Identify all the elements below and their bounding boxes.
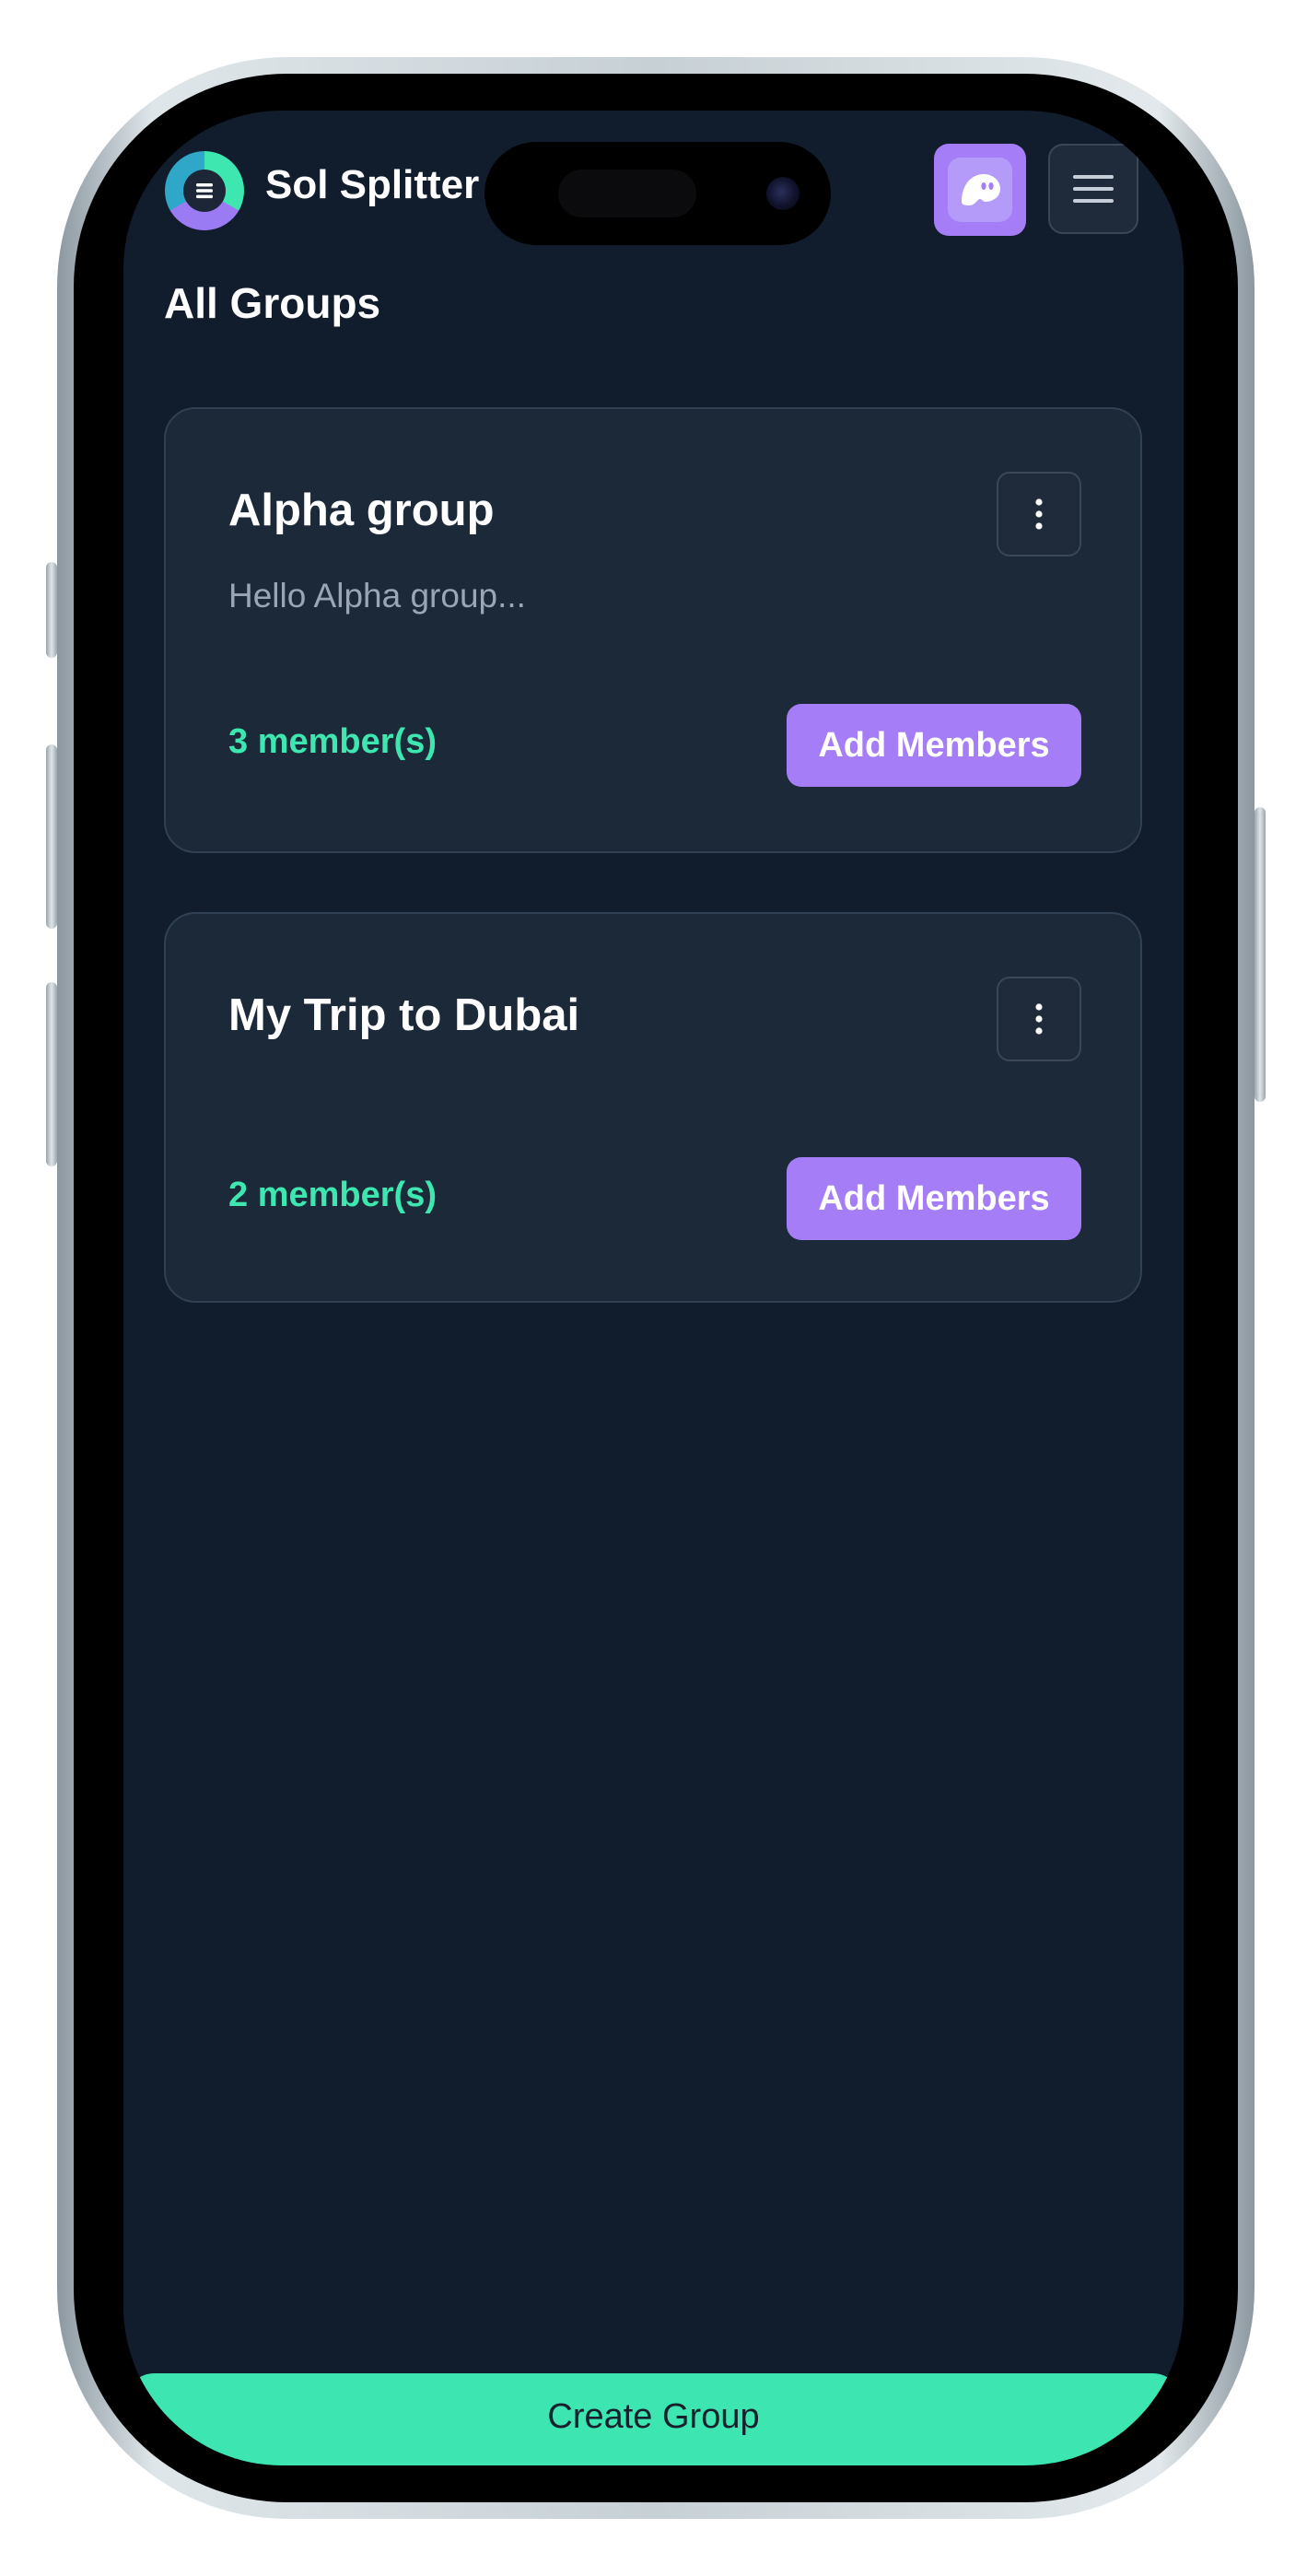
- wallet-connect-button[interactable]: [934, 144, 1026, 236]
- group-name: My Trip to Dubai: [228, 990, 580, 1040]
- power-button: [1254, 807, 1266, 1102]
- add-members-button[interactable]: Add Members: [787, 704, 1081, 787]
- volume-down-button: [46, 982, 57, 1166]
- face-id-sensor: [558, 170, 696, 217]
- app-screen: Sol Splitter All Groups Alpha group Hell…: [123, 111, 1184, 2465]
- dynamic-island: [484, 142, 831, 245]
- action-button: [46, 562, 57, 658]
- add-members-button[interactable]: Add Members: [787, 1157, 1081, 1240]
- page-title: All Groups: [164, 279, 381, 327]
- sol-splitter-logo-icon[interactable]: [165, 151, 244, 230]
- group-card[interactable]: Alpha group Hello Alpha group... 3 membe…: [164, 407, 1142, 853]
- kebab-menu-icon: [1035, 498, 1043, 530]
- group-options-button[interactable]: [997, 977, 1081, 1061]
- hamburger-menu-icon: [1073, 175, 1114, 203]
- volume-up-button: [46, 744, 57, 929]
- phantom-ghost-icon: [948, 158, 1012, 222]
- camera-icon: [766, 177, 799, 210]
- hamburger-menu-button[interactable]: [1048, 144, 1138, 234]
- group-description: Hello Alpha group...: [228, 577, 526, 615]
- kebab-menu-icon: [1035, 1003, 1043, 1035]
- group-options-button[interactable]: [997, 472, 1081, 556]
- create-group-label: Create Group: [547, 2397, 760, 2436]
- group-card[interactable]: My Trip to Dubai 2 member(s) Add Members: [164, 912, 1142, 1303]
- member-count: 3 member(s): [228, 722, 437, 761]
- app-title: Sol Splitter: [265, 162, 480, 207]
- create-group-button[interactable]: Create Group: [123, 2373, 1184, 2465]
- member-count: 2 member(s): [228, 1176, 437, 1214]
- group-name: Alpha group: [228, 486, 495, 535]
